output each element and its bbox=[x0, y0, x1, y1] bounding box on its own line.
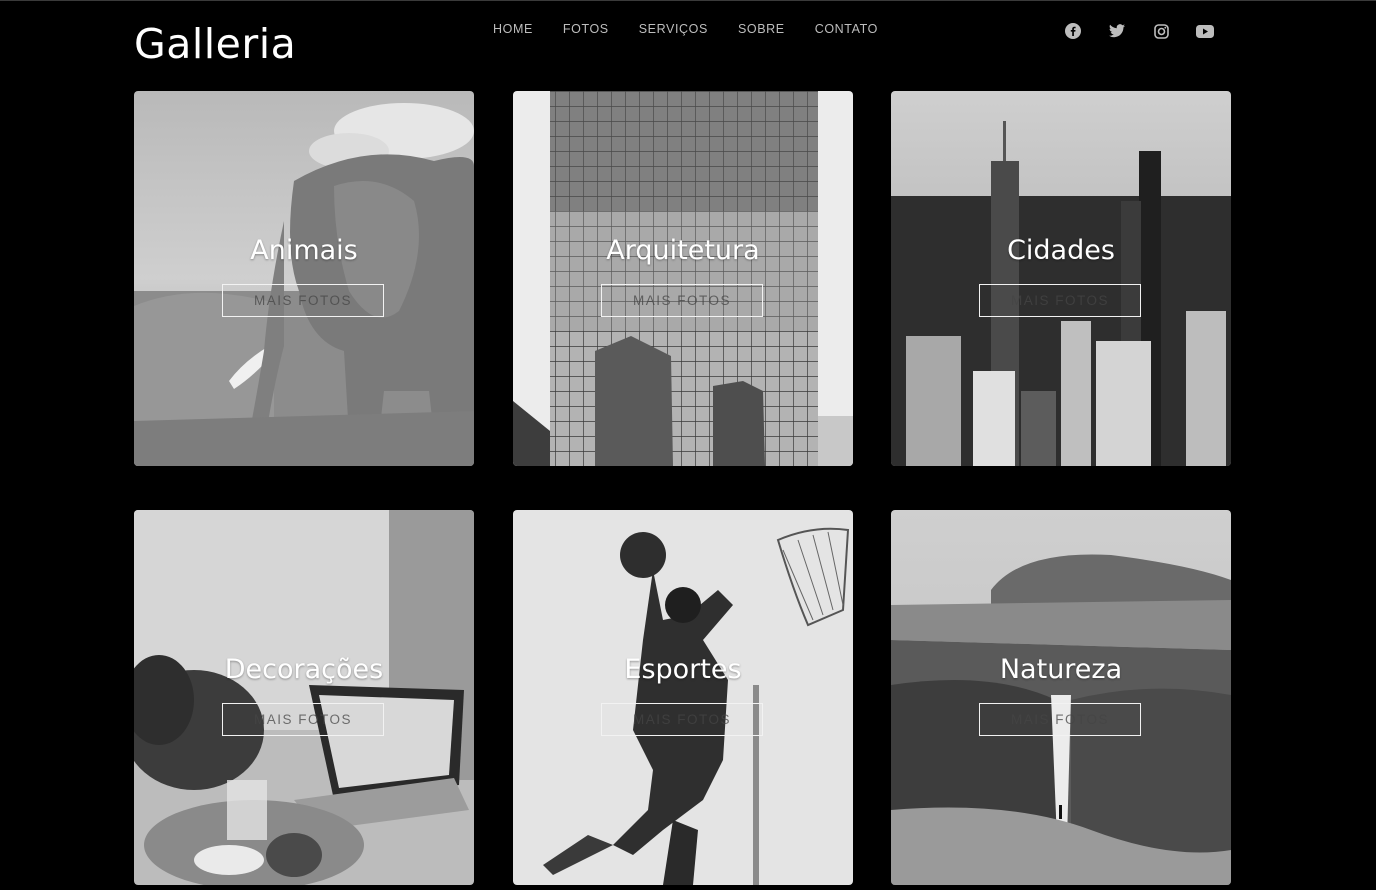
gallery-card-animais[interactable]: Animais MAIS FOTOS bbox=[134, 91, 474, 466]
gallery-card-esportes[interactable]: Esportes MAIS FOTOS bbox=[513, 510, 853, 885]
card-title: Animais bbox=[250, 235, 358, 266]
city-skyline-photo bbox=[891, 91, 1231, 466]
gallery-card-decoracoes[interactable]: Decorações MAIS FOTOS bbox=[134, 510, 474, 885]
site-logo[interactable]: Galleria bbox=[134, 16, 296, 72]
nav-sobre[interactable]: SOBRE bbox=[738, 21, 785, 37]
gallery-card-natureza[interactable]: Natureza MAIS FOTOS bbox=[891, 510, 1231, 885]
nav-servicos[interactable]: SERVIÇOS bbox=[639, 21, 708, 37]
nav-fotos[interactable]: FOTOS bbox=[563, 21, 609, 37]
waterfall-landscape-photo bbox=[891, 510, 1231, 885]
youtube-icon[interactable] bbox=[1196, 22, 1214, 40]
basketball-dunk-photo bbox=[513, 510, 853, 885]
glass-building-photo bbox=[513, 91, 853, 466]
more-photos-button[interactable]: MAIS FOTOS bbox=[979, 284, 1141, 317]
top-border bbox=[0, 0, 1376, 1]
elephant-photo bbox=[134, 91, 474, 466]
card-title: Esportes bbox=[624, 654, 742, 685]
more-photos-button[interactable]: MAIS FOTOS bbox=[979, 703, 1141, 736]
nav-home[interactable]: HOME bbox=[493, 21, 533, 37]
more-photos-button[interactable]: MAIS FOTOS bbox=[222, 284, 384, 317]
social-links bbox=[1064, 22, 1214, 40]
main-nav: HOME FOTOS SERVIÇOS SOBRE CONTATO bbox=[493, 21, 908, 37]
card-title: Arquitetura bbox=[606, 235, 760, 266]
nav-contato[interactable]: CONTATO bbox=[815, 21, 878, 37]
twitter-icon[interactable] bbox=[1108, 22, 1126, 40]
gallery-card-arquitetura[interactable]: Arquitetura MAIS FOTOS bbox=[513, 91, 853, 466]
cafe-laptop-photo bbox=[134, 510, 474, 885]
more-photos-button[interactable]: MAIS FOTOS bbox=[222, 703, 384, 736]
card-title: Decorações bbox=[224, 654, 384, 685]
gallery-card-cidades[interactable]: Cidades MAIS FOTOS bbox=[891, 91, 1231, 466]
instagram-icon[interactable] bbox=[1152, 22, 1170, 40]
more-photos-button[interactable]: MAIS FOTOS bbox=[601, 284, 763, 317]
facebook-icon[interactable] bbox=[1064, 22, 1082, 40]
card-title: Natureza bbox=[999, 654, 1123, 685]
more-photos-button[interactable]: MAIS FOTOS bbox=[601, 703, 763, 736]
card-title: Cidades bbox=[1007, 235, 1115, 266]
